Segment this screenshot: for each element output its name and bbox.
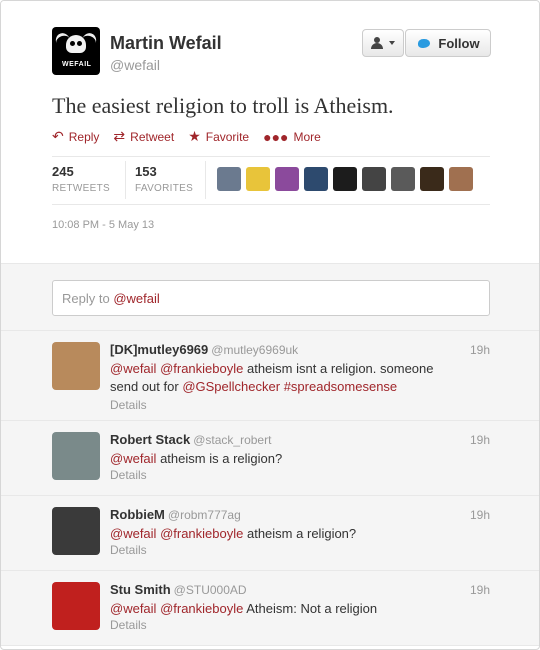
retweets-label: RETWEETS (52, 183, 110, 194)
skull-eye-right (77, 41, 82, 46)
retweet-icon: ⇄ (113, 128, 126, 144)
reply-action[interactable]: ↶ Reply (52, 128, 99, 145)
reply-timestamp[interactable]: 19h (470, 508, 490, 522)
more-dots-icon: ●●● (263, 128, 289, 145)
favorites-label: FAVORITES (135, 183, 194, 194)
user-actions-dropdown-button[interactable] (362, 29, 404, 57)
reply-timestamp[interactable]: 19h (470, 433, 490, 447)
reply-author-handle: @STU000AD (173, 583, 247, 597)
reply-input-prefix: Reply to (62, 291, 114, 306)
reply-author-handle: @robm777ag (167, 508, 241, 522)
mention-link[interactable]: @frankieboyle (160, 361, 243, 376)
author-avatar[interactable]: WEFAIL (52, 27, 100, 75)
reply-text: @wefail @frankieboyle atheism isnt a rel… (110, 361, 434, 394)
caret-down-icon (389, 41, 395, 45)
reply-author-fullname: [DK]mutley6969 (110, 342, 209, 357)
mention-link[interactable]: @frankieboyle (160, 526, 243, 541)
reply-author-avatar[interactable] (52, 432, 100, 480)
favoriter-avatar[interactable] (449, 167, 473, 191)
favorites-stat[interactable]: 153 FAVORITES (135, 164, 193, 194)
hashtag-link[interactable]: #spreadsomesense (284, 379, 397, 394)
reply-timestamp[interactable]: 19h (470, 583, 490, 597)
twitter-bird-icon (416, 37, 432, 49)
reply-author-handle: @mutley6969uk (211, 343, 299, 357)
more-action-label: More (293, 129, 321, 144)
stat-divider (125, 161, 126, 199)
reply-author-fullname: Stu Smith (110, 582, 171, 597)
tweet-header: WEFAIL Martin Wefail @wefail Follow The … (1, 1, 539, 256)
reply-author-avatar[interactable] (52, 342, 100, 390)
favoriter-avatar[interactable] (246, 167, 270, 191)
author-screenname[interactable]: @wefail (110, 57, 160, 73)
reply-input-mention: @wefail (113, 291, 160, 306)
follow-button[interactable]: Follow (405, 29, 491, 57)
stat-divider (205, 161, 206, 199)
follow-button-label: Follow (438, 35, 480, 51)
mention-link[interactable]: @frankieboyle (160, 601, 243, 616)
reply-author-fullname: RobbieM (110, 507, 165, 522)
retweets-count: 245 (52, 164, 74, 179)
mention-link[interactable]: @GSpellchecker (182, 379, 280, 394)
mention-link[interactable]: @wefail (110, 451, 156, 466)
reply-tweet[interactable]: Robert Stack @stack_robert 19h @wefail athe… (1, 421, 539, 496)
reply-author-name[interactable]: [DK]mutley6969 @mutley6969uk (110, 342, 298, 357)
reply-text: @wefail @frankieboyle Atheism: Not a rel… (110, 601, 378, 616)
reply-author-fullname: Robert Stack (110, 432, 191, 447)
favoriter-avatar[interactable] (304, 167, 328, 191)
reply-author-avatar[interactable] (52, 507, 100, 555)
reply-author-name[interactable]: RobbieM @robm777ag (110, 507, 241, 522)
reply-compose-area: Reply to @wefail (1, 263, 539, 331)
reply-tweet[interactable]: [DK]mutley6969 @mutley6969uk 19h @wefail @f… (1, 331, 539, 421)
mention-link[interactable]: @wefail (110, 601, 156, 616)
retweet-action[interactable]: ⇄ Retweet (113, 128, 174, 145)
reply-list: [DK]mutley6969 @mutley6969uk 19h @wefail @f… (1, 331, 539, 646)
retweet-action-label: Retweet (130, 129, 175, 144)
reply-arrow-icon: ↶ (52, 128, 64, 144)
reply-author-handle: @stack_robert (193, 433, 272, 447)
reply-tweet[interactable]: RobbieM @robm777ag 19h @wefail @frankieboyl… (1, 496, 539, 571)
reply-input[interactable]: Reply to @wefail (52, 280, 490, 316)
reply-details-link[interactable]: Details (110, 618, 147, 632)
favoriter-avatar[interactable] (333, 167, 357, 191)
reply-action-label: Reply (68, 129, 100, 144)
star-icon: ★ (188, 128, 201, 144)
retweets-stat[interactable]: 245 RETWEETS (52, 164, 110, 194)
reply-author-name[interactable]: Robert Stack @stack_robert (110, 432, 271, 447)
favorite-action[interactable]: ★ Favorite (188, 128, 249, 145)
reply-tweet[interactable]: Stu Smith @STU000AD 19h @wefail @frankieboy… (1, 571, 539, 646)
reply-text: @wefail @frankieboyle atheism a religion… (110, 526, 357, 541)
stats-divider-bottom (52, 204, 490, 205)
stats-divider-top (52, 156, 490, 157)
favoriters-avatars (217, 167, 473, 191)
reply-text: @wefail atheism is a religion? (110, 451, 283, 466)
more-action[interactable]: ●●● More (263, 129, 321, 145)
reply-timestamp[interactable]: 19h (470, 343, 490, 357)
favorite-action-label: Favorite (205, 129, 250, 144)
mention-link[interactable]: @wefail (110, 361, 156, 376)
favoriter-avatar[interactable] (420, 167, 444, 191)
mention-link[interactable]: @wefail (110, 526, 156, 541)
user-icon (371, 37, 383, 49)
tweet-actions: ↶ Reply ⇄ Retweet ★ Favorite ●●● More (52, 128, 321, 145)
tweet-permalink-frame: WEFAIL Martin Wefail @wefail Follow The … (0, 0, 540, 650)
reply-details-link[interactable]: Details (110, 398, 147, 412)
favoriter-avatar[interactable] (217, 167, 241, 191)
skull-eye-left (70, 41, 75, 46)
reply-author-avatar[interactable] (52, 582, 100, 630)
skull-icon (66, 35, 86, 53)
author-fullname[interactable]: Martin Wefail (110, 33, 222, 54)
tweet-timestamp[interactable]: 10:08 PM - 5 May 13 (52, 219, 154, 231)
favoriter-avatar[interactable] (391, 167, 415, 191)
favoriter-avatar[interactable] (275, 167, 299, 191)
reply-details-link[interactable]: Details (110, 468, 147, 482)
avatar-logo-text: WEFAIL (62, 61, 92, 68)
favoriter-avatar[interactable] (362, 167, 386, 191)
reply-details-link[interactable]: Details (110, 543, 147, 557)
favorites-count: 153 (135, 164, 157, 179)
reply-author-name[interactable]: Stu Smith @STU000AD (110, 582, 247, 597)
tweet-text: The easiest religion to troll is Atheism… (52, 93, 394, 118)
